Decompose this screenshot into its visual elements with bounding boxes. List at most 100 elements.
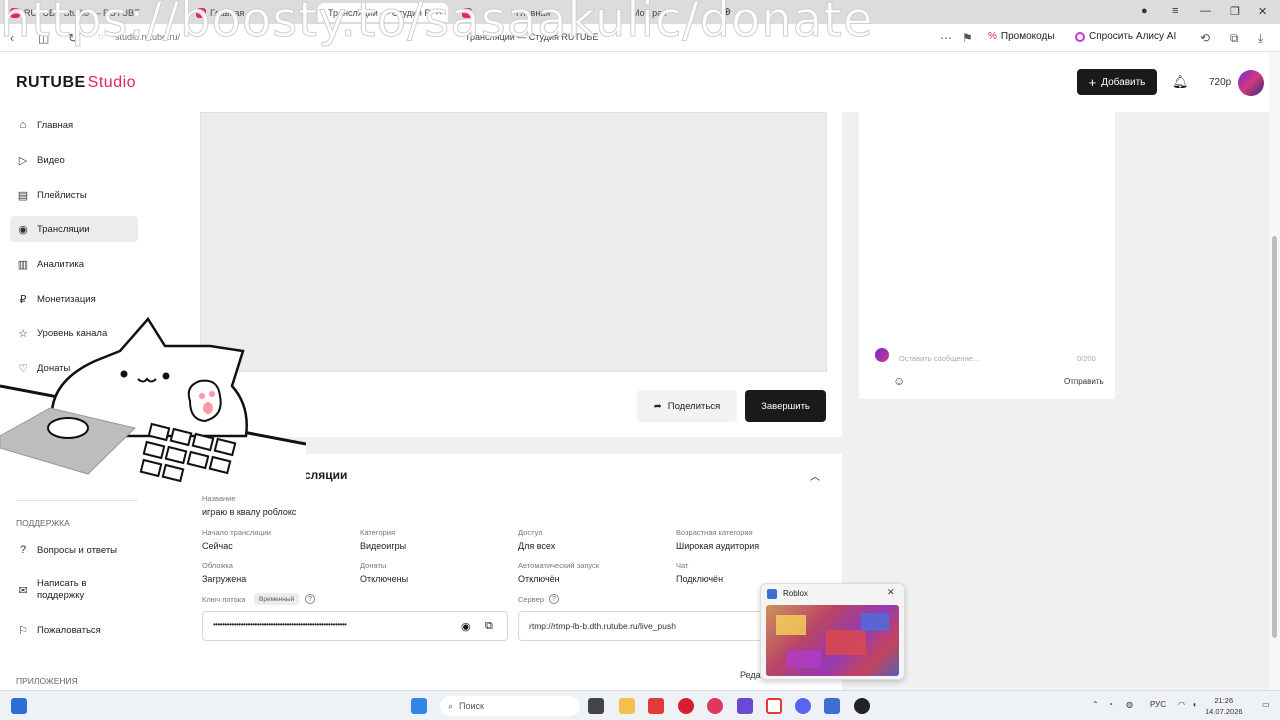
field-value: Видеоигры <box>360 541 407 551</box>
emoji-icon[interactable]: ☺ <box>893 374 905 388</box>
close-window-icon[interactable]: ✕ <box>1258 5 1267 18</box>
close-icon[interactable]: ✕ <box>435 7 443 18</box>
sidebar-item-home[interactable]: ⌂ Главная <box>10 112 138 138</box>
rutube-studio-logo[interactable]: RUTUBE Studio <box>16 74 136 92</box>
reader-icon[interactable]: ◫ <box>38 31 49 45</box>
server-label: Сервер <box>518 595 545 604</box>
file-explorer-icon[interactable] <box>619 698 635 714</box>
field-value: Подключён <box>676 574 724 584</box>
logo-main: RUTUBE <box>16 74 86 91</box>
copy-icon[interactable]: ⧉ <box>485 620 493 633</box>
finish-label: Завершить <box>761 400 810 412</box>
sidebar-item-broadcasts[interactable]: ◉ Трансляции <box>10 216 138 242</box>
volume-icon[interactable]: ◖ <box>1192 700 1197 709</box>
browser-tab[interactable]: Главная <box>190 3 310 22</box>
browser-tab[interactable]: Главная <box>456 3 586 22</box>
browser-tab[interactable]: RUTUBE Studio — RUTUBE <box>4 3 174 22</box>
download-icon[interactable]: ⤓ <box>1258 31 1263 46</box>
sidebar-item-faq[interactable]: ? Вопросы и ответы <box>10 537 138 563</box>
back-icon[interactable]: ‹ <box>10 31 14 45</box>
scrollbar-thumb[interactable] <box>1272 236 1277 638</box>
browser-tab-active[interactable]: Трансляции — Студия R ✕ <box>318 3 448 22</box>
roblox-taskbar-icon[interactable] <box>824 698 840 714</box>
quality-label[interactable]: 720p <box>1209 77 1231 88</box>
sidebar-item-report[interactable]: ⚐ Пожаловаться <box>10 617 138 643</box>
bell-icon[interactable]: 🔔︎ <box>1172 74 1189 90</box>
chat-message-input[interactable]: Оставить сообщение... <box>899 354 979 363</box>
collections-icon[interactable]: ⧉ <box>1230 31 1239 46</box>
menu-icon[interactable]: ≡ <box>1172 5 1178 17</box>
stream-key-field[interactable]: ••••••••••••••••••••••••••••••••••••••••… <box>202 611 508 641</box>
notification-icon[interactable]: ▭ <box>1262 700 1270 709</box>
tab-label: RUTUBE Studio — RUTUBE <box>24 7 141 18</box>
eye-icon[interactable]: ◉ <box>461 620 471 633</box>
ruble-icon: ₽ <box>19 293 27 306</box>
clock[interactable]: 21:26 14.07.2026 <box>1205 695 1243 717</box>
home-icon: ⌂ <box>19 119 27 131</box>
restore-icon[interactable]: ❐ <box>1230 5 1240 18</box>
chevron-up-icon[interactable]: ⌃ <box>1092 700 1099 709</box>
yandex-browser-icon[interactable] <box>766 698 782 714</box>
field-label: Обложка <box>202 561 233 570</box>
network-tray-icon[interactable]: ◔ <box>1108 700 1113 709</box>
sidebar-item-analytics[interactable]: ▥ Аналитика <box>10 251 138 277</box>
share-button[interactable]: ➦ Поделиться <box>637 390 737 422</box>
game-icon[interactable] <box>737 698 753 714</box>
obs-icon[interactable] <box>854 698 870 714</box>
field-value: Для всех <box>518 541 556 551</box>
opera-icon[interactable] <box>678 698 694 714</box>
yandex-icon[interactable] <box>648 698 664 714</box>
profile-icon[interactable]: ● <box>1141 5 1148 17</box>
ask-alice-button[interactable]: Спросить Алису AI <box>1075 31 1176 42</box>
reload-icon[interactable]: ↻ <box>68 31 78 45</box>
add-button[interactable]: + Добавить <box>1077 69 1157 95</box>
section-title: сляции <box>304 468 348 482</box>
sidebar-item-write-support[interactable]: ✉ Написать в поддержку <box>10 573 138 607</box>
shield-tray-icon[interactable]: ◍ <box>1126 700 1133 709</box>
help-icon[interactable]: ? <box>305 594 315 604</box>
opera-gx-icon[interactable] <box>707 698 723 714</box>
field-label: Доступ <box>518 528 543 537</box>
field-value: Отключён <box>518 574 560 584</box>
alice-icon <box>1075 31 1085 42</box>
promocodes-label: Промокоды <box>1000 31 1055 42</box>
promocodes-button[interactable]: % Промокоды <box>988 31 1055 42</box>
lang-indicator[interactable]: РУС <box>1150 700 1166 709</box>
minimize-icon[interactable]: — <box>1200 5 1211 17</box>
task-view-icon[interactable] <box>588 698 604 714</box>
logo-studio: Studio <box>87 74 137 91</box>
chevron-up-icon[interactable]: ︿ <box>810 468 820 483</box>
taskbar-preview-popup[interactable]: Roblox ✕ <box>760 583 905 680</box>
sidebar-item-playlists[interactable]: ▤ Плейлисты <box>10 182 138 208</box>
more-icon[interactable]: ⋯ <box>940 31 952 45</box>
url-text[interactable]: studio.rutube.ru/ <box>115 32 180 42</box>
sidebar-item-label: Аналитика <box>37 258 85 270</box>
sidebar-item-video[interactable]: ▷ Видео <box>10 147 138 173</box>
bongo-cat-image <box>0 316 307 490</box>
avatar[interactable] <box>1238 70 1264 96</box>
sidebar-item-monetization[interactable]: ₽ Монетизация <box>10 286 138 312</box>
windows-start-icon[interactable] <box>411 698 427 714</box>
sidebar-item-label: Плейлисты <box>37 189 87 201</box>
discord-icon[interactable] <box>795 698 811 714</box>
edit-button[interactable]: Реда <box>740 670 761 680</box>
extensions-icon[interactable]: ⟲ <box>1200 31 1210 45</box>
browser-tab[interactable]: Мои рас <box>596 3 716 22</box>
server-url-field[interactable]: rtmp://rtmp-lb-b.dth.rutube.ru/live_push <box>518 611 768 641</box>
wifi-icon[interactable]: ◠ <box>1178 700 1185 709</box>
finish-button[interactable]: Завершить <box>745 390 826 422</box>
desktop-icon[interactable] <box>11 698 27 714</box>
sidebar-item-label: Написать в поддержку <box>37 578 87 601</box>
chat-char-counter: 0/200 <box>1077 354 1096 363</box>
bookmark-icon[interactable]: ⚑ <box>962 31 973 45</box>
roblox-preview-thumbnail[interactable] <box>766 605 899 676</box>
support-section-title: ПОДДЕРЖКА <box>16 518 70 528</box>
new-tab-icon[interactable]: ⊕ <box>722 5 731 18</box>
server-url-value: rtmp://rtmp-lb-b.dth.rutube.ru/live_push <box>529 621 676 631</box>
send-button[interactable]: Отправить <box>1064 377 1104 386</box>
page-title-text: Трансляции — Студия RUTUBE <box>465 32 599 42</box>
help-icon[interactable]: ? <box>549 594 559 604</box>
taskbar-search[interactable]: ⌕ Поиск <box>440 696 580 716</box>
close-icon[interactable]: ✕ <box>887 587 895 598</box>
sidebar-item-label: Вопросы и ответы <box>37 544 118 556</box>
